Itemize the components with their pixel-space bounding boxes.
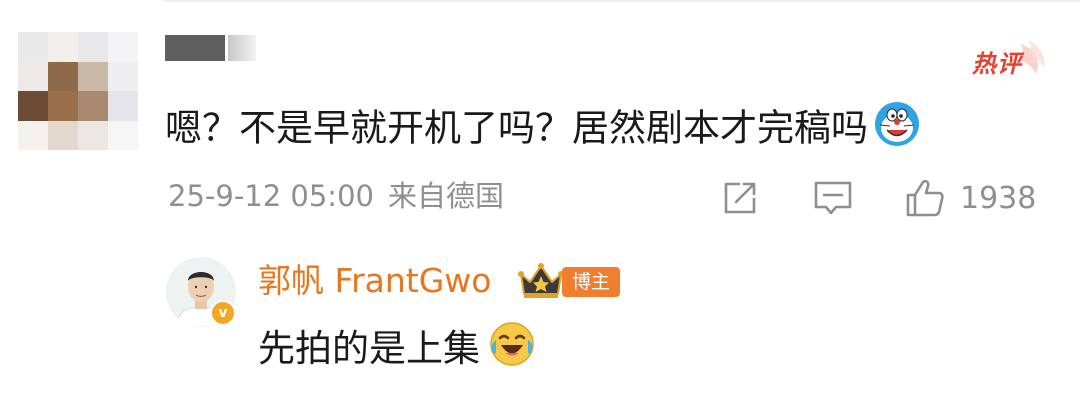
comment-text: 嗯？不是早就开机了吗？居然剧本才完稿吗 xyxy=(165,106,868,150)
hot-comment-badge: 热评 xyxy=(968,38,1048,80)
reply-author-name[interactable]: 郭帆 FrantGwo xyxy=(258,259,491,303)
verified-badge-icon: v xyxy=(210,300,236,326)
comment-button[interactable] xyxy=(812,176,854,220)
divider xyxy=(163,0,1080,2)
comment-icon xyxy=(814,181,852,215)
like-count: 1938 xyxy=(960,180,1037,216)
reply-text: 先拍的是上集 xyxy=(258,327,480,370)
commenter-username-redacted-fade xyxy=(228,35,256,61)
thumbs-up-icon xyxy=(906,179,944,217)
comment-location: 来自德国 xyxy=(387,179,504,213)
comment-thread: 热评 嗯？不是早就开机了吗？居然剧本才完稿吗 25-9-12 05:00 来自德国 xyxy=(0,0,1080,405)
hot-comment-label: 热评 xyxy=(972,50,1022,78)
commenter-avatar[interactable] xyxy=(18,32,138,150)
author-badge: 博主 xyxy=(562,267,620,297)
share-icon xyxy=(724,182,756,214)
comment-timestamp: 25-9-12 05:00 xyxy=(168,179,374,213)
doraemon-emoji-icon xyxy=(872,99,922,161)
commenter-username-redacted[interactable] xyxy=(165,35,225,61)
crown-icon xyxy=(518,262,564,300)
like-button[interactable]: 1938 xyxy=(904,176,1036,220)
comment-meta: 25-9-12 05:00 来自德国 xyxy=(168,176,504,216)
comment-body: 嗯？不是早就开机了吗？居然剧本才完稿吗 xyxy=(165,99,922,161)
reply-body: 先拍的是上集 xyxy=(258,320,536,381)
share-button[interactable] xyxy=(720,176,760,220)
laughing-crying-emoji-icon xyxy=(488,320,536,381)
